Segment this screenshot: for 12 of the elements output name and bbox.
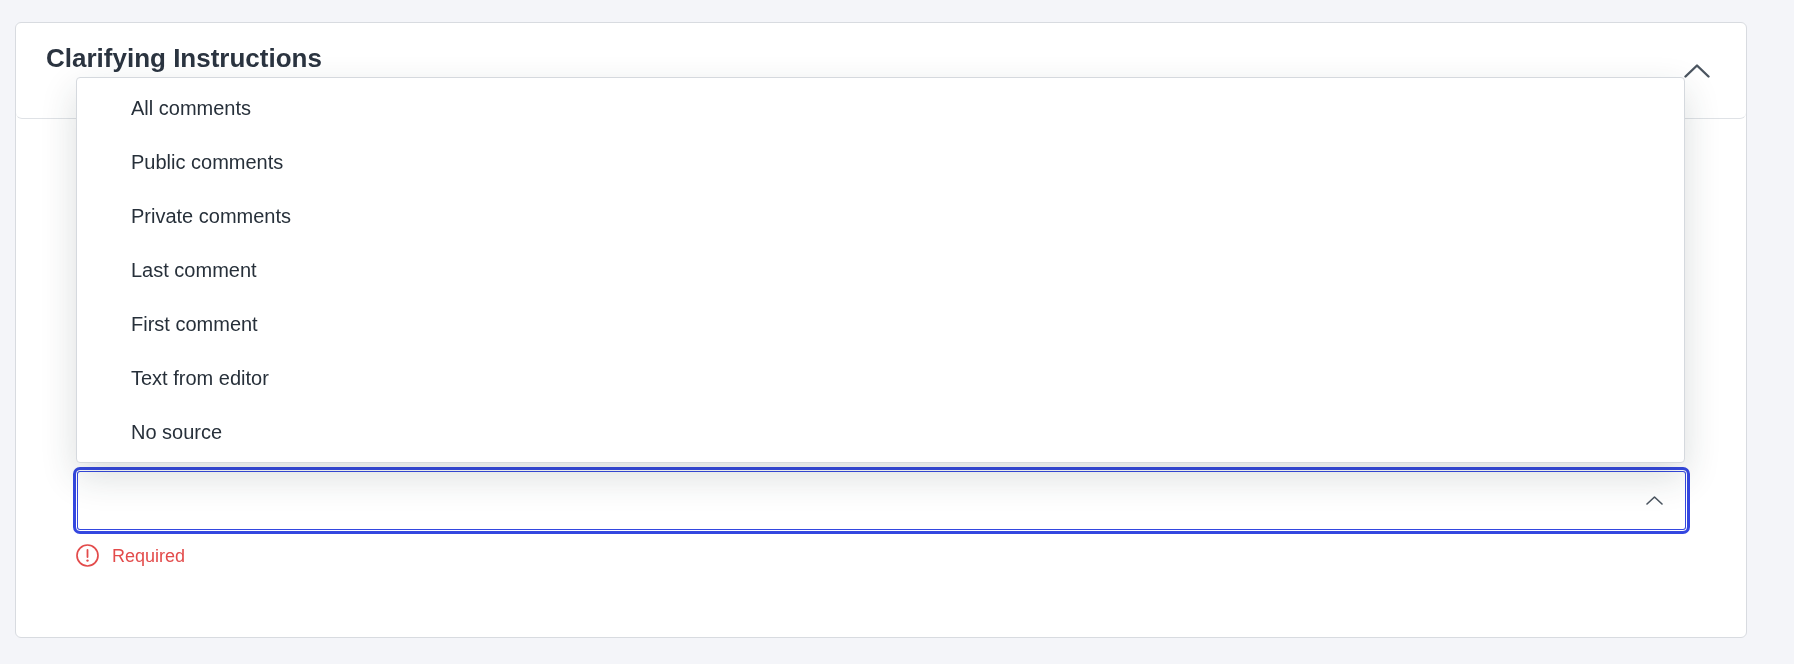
menu-option[interactable]: No source [77,405,1684,459]
menu-option[interactable]: All comments [77,81,1684,135]
menu-option[interactable]: First comment [77,297,1684,351]
select-field[interactable] [73,467,1690,534]
exclamation-circle-icon [76,544,99,567]
menu-option[interactable]: Private comments [77,189,1684,243]
menu-option[interactable]: Text from editor [77,351,1684,405]
error-message: Required [112,544,186,567]
menu-option[interactable]: Public comments [77,135,1684,189]
section-title: Clarifying Instructions [46,43,322,73]
chevron-up-icon[interactable] [1684,63,1710,78]
menu-option[interactable]: Last comment [77,243,1684,297]
